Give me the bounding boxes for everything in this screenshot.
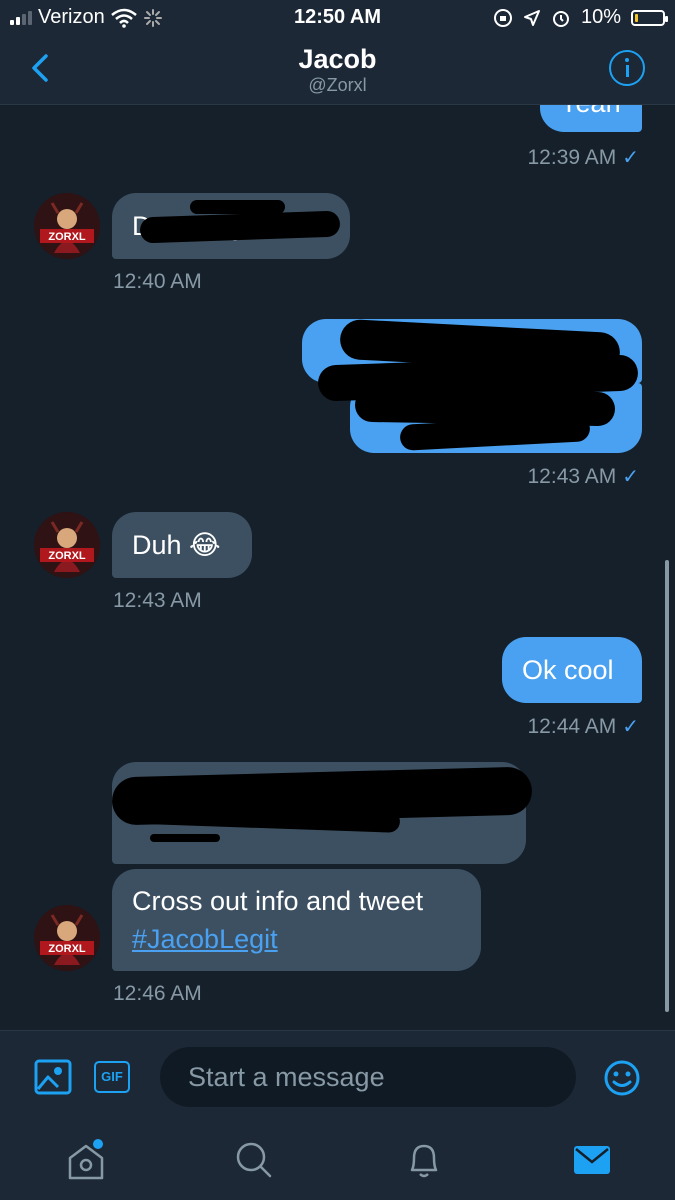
message-text: Cross out info and tweet bbox=[132, 886, 424, 916]
mail-icon bbox=[574, 1146, 610, 1174]
status-right: 10% bbox=[493, 6, 668, 29]
location-icon bbox=[523, 9, 540, 26]
battery-percent: 10% bbox=[580, 6, 621, 28]
read-check-icon: ✓ bbox=[622, 466, 639, 488]
image-icon[interactable] bbox=[34, 1059, 72, 1095]
avatar[interactable]: ZORXL bbox=[34, 905, 100, 971]
avatar[interactable]: ZORXL bbox=[34, 512, 100, 578]
redaction-scribble bbox=[150, 834, 220, 842]
info-icon[interactable] bbox=[609, 50, 645, 86]
avatar-image: ZORXL bbox=[34, 905, 100, 971]
avatar-image: ZORXL bbox=[34, 512, 100, 578]
home-icon bbox=[68, 1139, 104, 1180]
avatar[interactable]: ZORXL bbox=[34, 193, 100, 259]
gif-icon[interactable]: GIF bbox=[94, 1061, 130, 1093]
tab-notifications[interactable] bbox=[404, 1140, 444, 1180]
search-icon bbox=[236, 1142, 272, 1178]
message-timestamp: 12:44 AM ✓ bbox=[528, 714, 640, 739]
user-handle: @Zorxl bbox=[308, 75, 367, 95]
svg-text:ZORXL: ZORXL bbox=[48, 231, 86, 243]
message-timestamp: 12:43 AM ✓ bbox=[528, 464, 640, 489]
message-text: Duh 😂 bbox=[132, 530, 221, 560]
message-bubble[interactable]: Cross out info and tweet #JacobLegit bbox=[112, 869, 481, 971]
message-bubble[interactable]: Duh 😂 bbox=[112, 512, 252, 578]
message-bubble[interactable]: Ok cool bbox=[502, 637, 642, 703]
message-timestamp: 12:46 AM bbox=[113, 982, 202, 1005]
time-label: 12:39 AM bbox=[527, 146, 617, 169]
battery-icon bbox=[631, 9, 668, 26]
tab-search[interactable] bbox=[234, 1140, 274, 1180]
message-input[interactable] bbox=[160, 1047, 576, 1107]
hashtag-link[interactable]: #JacobLegit bbox=[132, 920, 423, 958]
scrollbar[interactable] bbox=[665, 560, 669, 1012]
rotation-lock-icon bbox=[493, 8, 512, 27]
conversation-header: Jacob @Zorxl bbox=[0, 36, 675, 105]
redaction-scribble bbox=[190, 200, 285, 214]
avatar-image: ZORXL bbox=[34, 193, 100, 259]
tab-home[interactable] bbox=[66, 1138, 106, 1182]
page-title: Jacob bbox=[298, 44, 377, 74]
svg-text:ZORXL: ZORXL bbox=[48, 943, 86, 955]
time-label: 12:44 AM bbox=[527, 715, 617, 738]
message-timestamp: 12:43 AM bbox=[113, 589, 202, 612]
read-check-icon: ✓ bbox=[622, 716, 639, 738]
status-bar: Verizon 12:50 AM 10% bbox=[0, 0, 675, 36]
emoji-icon[interactable] bbox=[603, 1059, 641, 1097]
alarm-icon bbox=[552, 10, 569, 27]
svg-text:ZORXL: ZORXL bbox=[48, 550, 86, 562]
message-timestamp: 12:39 AM ✓ bbox=[528, 145, 640, 170]
message-composer: GIF bbox=[0, 1030, 675, 1123]
tab-messages[interactable] bbox=[573, 1144, 611, 1176]
header-title-group[interactable]: Jacob @Zorxl bbox=[0, 44, 675, 96]
message-text: Ok cool bbox=[522, 655, 614, 685]
bell-icon bbox=[410, 1144, 438, 1178]
message-timestamp: 12:40 AM bbox=[113, 270, 202, 293]
read-check-icon: ✓ bbox=[622, 147, 639, 169]
time-label: 12:43 AM bbox=[527, 465, 617, 488]
tab-bar bbox=[0, 1122, 675, 1200]
